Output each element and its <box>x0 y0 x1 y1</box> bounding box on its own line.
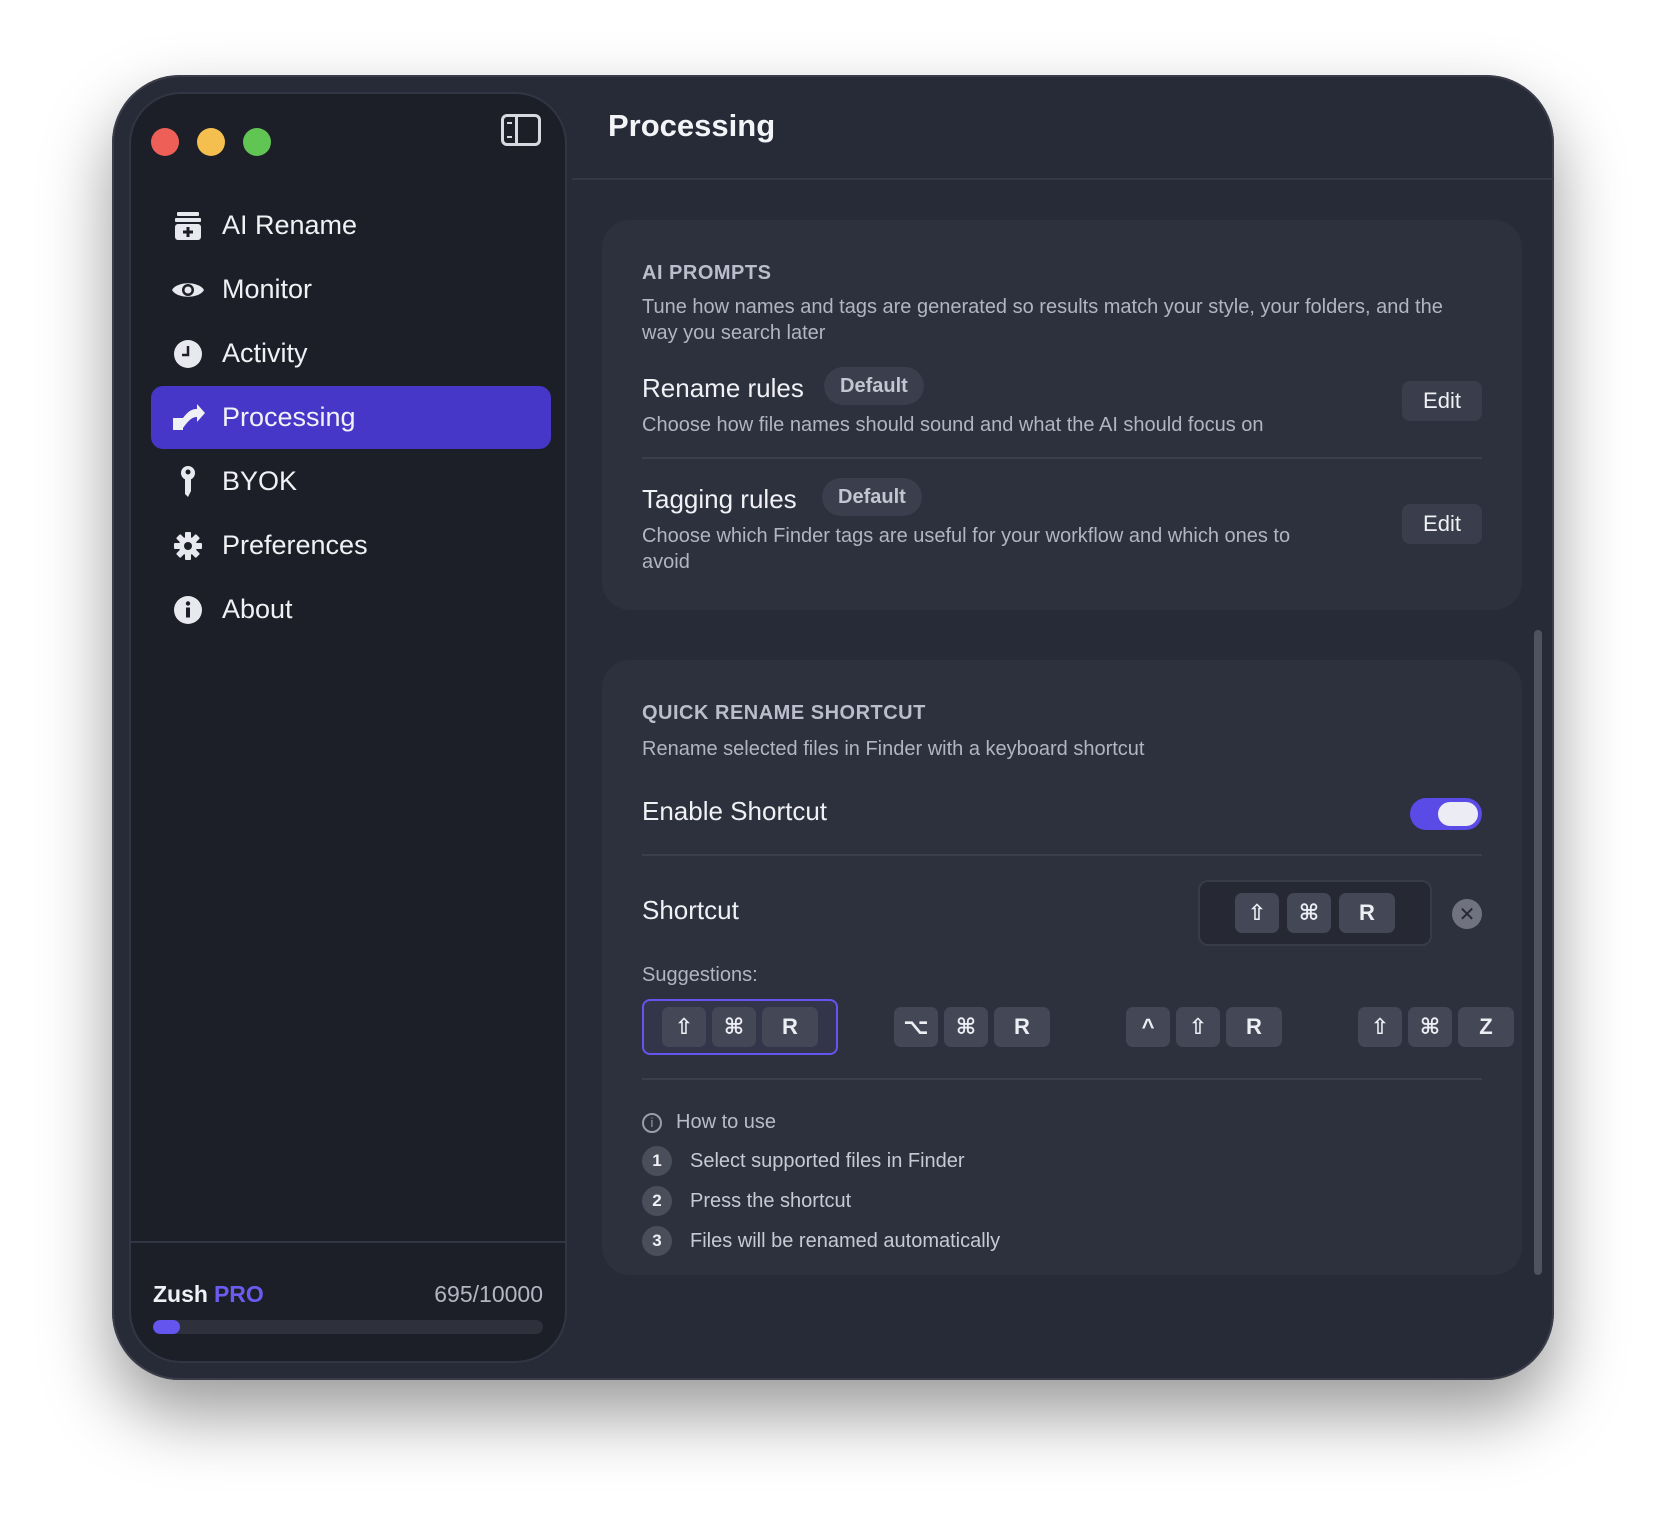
shortcut-suggestions: ⇧ ⌘ R ⌥ ⌘ R ^ ⇧ R ⇧ ⌘ Z <box>642 999 1534 1055</box>
rename-rules-title: Rename rules <box>642 373 804 403</box>
window-controls <box>151 128 271 156</box>
suggestion-shift-cmd-r[interactable]: ⇧ ⌘ R <box>642 999 838 1055</box>
step-text: Press the shortcut <box>690 1189 852 1212</box>
tagging-rules-description: Choose which Finder tags are useful for … <box>642 525 1291 573</box>
app-name: Zush <box>153 1281 208 1307</box>
r-key: R <box>1339 893 1395 933</box>
sidebar-item-label: BYOK <box>222 466 298 496</box>
page-title: Processing <box>608 108 776 143</box>
clock-icon <box>171 337 205 371</box>
divider <box>642 854 1482 856</box>
sidebar-item-byok[interactable]: BYOK <box>151 450 551 513</box>
option-key-icon: ⌥ <box>894 1007 938 1047</box>
step-number: 1 <box>642 1146 672 1176</box>
list-item: 3 Files will be renamed automatically <box>642 1221 1000 1261</box>
section-title: QUICK RENAME SHORTCUT <box>642 702 926 724</box>
sidebar-item-label: Preferences <box>222 530 368 560</box>
suggestion-option-cmd-r[interactable]: ⌥ ⌘ R <box>874 999 1070 1055</box>
how-to-use-title: i How to use <box>642 1111 776 1134</box>
r-key: R <box>762 1007 818 1047</box>
sidebar-item-label: Activity <box>222 338 308 368</box>
usage-count: 695/10000 <box>434 1281 543 1307</box>
command-key-icon: ⌘ <box>944 1007 988 1047</box>
toggle-knob <box>1438 802 1478 826</box>
r-key: R <box>1226 1007 1282 1047</box>
info-circle-icon: i <box>642 1112 662 1133</box>
plan-badge: PRO <box>213 1281 264 1307</box>
usage-footer: Zush PRO 695/10000 <box>131 1241 565 1361</box>
suggestions-label: Suggestions: <box>642 964 758 986</box>
usage-progress-bar <box>153 1320 543 1334</box>
minimize-window-button[interactable] <box>197 128 225 156</box>
list-item: 1 Select supported files in Finder <box>642 1141 1000 1181</box>
sidebar: AI Rename Monitor Activity Processing BY… <box>129 92 567 1363</box>
sidebar-toggle-icon[interactable] <box>501 114 541 146</box>
shortcut-recorder[interactable]: ⇧ ⌘ R <box>1198 880 1432 946</box>
rename-rules-description: Choose how file names should sound and w… <box>642 414 1264 436</box>
tagging-rules-title: Tagging rules <box>642 484 797 514</box>
tagging-rules-badge: Default <box>822 478 922 516</box>
processing-icon <box>171 401 205 435</box>
command-key-icon: ⌘ <box>712 1007 756 1047</box>
command-key-icon: ⌘ <box>1287 893 1331 933</box>
eye-icon <box>171 273 205 307</box>
shift-key-icon: ⇧ <box>1235 893 1279 933</box>
ai-prompts-card: AI PROMPTS Tune how names and tags are g… <box>602 220 1522 610</box>
list-item: 2 Press the shortcut <box>642 1181 1000 1221</box>
shift-key-icon: ⇧ <box>1358 1007 1402 1047</box>
step-number: 3 <box>642 1226 672 1256</box>
scrollbar[interactable] <box>1534 630 1542 1275</box>
main-header: Processing <box>572 75 1554 180</box>
ai-rename-icon <box>171 209 205 243</box>
how-to-use-steps: 1 Select supported files in Finder 2 Pre… <box>642 1141 1000 1261</box>
edit-rename-rules-button[interactable]: Edit <box>1402 381 1482 421</box>
close-window-button[interactable] <box>151 128 179 156</box>
rename-rules-badge: Default <box>824 367 924 405</box>
zoom-window-button[interactable] <box>243 128 271 156</box>
quick-rename-shortcut-card: QUICK RENAME SHORTCUT Rename selected fi… <box>602 660 1522 1275</box>
shift-key-icon: ⇧ <box>1176 1007 1220 1047</box>
info-icon <box>171 593 205 627</box>
step-text: Files will be renamed automatically <box>690 1229 1001 1252</box>
sidebar-item-label: Monitor <box>222 274 313 304</box>
command-key-icon: ⌘ <box>1408 1007 1452 1047</box>
sidebar-item-preferences[interactable]: Preferences <box>151 514 551 577</box>
suggestion-control-shift-r[interactable]: ^ ⇧ R <box>1106 999 1302 1055</box>
section-description: Rename selected files in Finder with a k… <box>642 738 1145 760</box>
control-key-icon: ^ <box>1126 1007 1170 1047</box>
step-text: Select supported files in Finder <box>690 1149 965 1172</box>
clear-shortcut-button[interactable]: ✕ <box>1452 899 1482 929</box>
sidebar-item-processing[interactable]: Processing <box>151 386 551 449</box>
sidebar-item-about[interactable]: About <box>151 578 551 641</box>
divider <box>642 1078 1482 1080</box>
gear-icon <box>171 529 205 563</box>
enable-shortcut-label: Enable Shortcut <box>642 796 828 826</box>
step-number: 2 <box>642 1186 672 1216</box>
enable-shortcut-toggle[interactable] <box>1410 798 1482 830</box>
section-title: AI PROMPTS <box>642 262 772 284</box>
sidebar-item-monitor[interactable]: Monitor <box>151 258 551 321</box>
suggestion-shift-cmd-z[interactable]: ⇧ ⌘ Z <box>1338 999 1534 1055</box>
app-window: AI Rename Monitor Activity Processing BY… <box>112 75 1554 1380</box>
usage-progress-fill <box>153 1320 181 1334</box>
r-key: R <box>994 1007 1050 1047</box>
sidebar-item-label: AI Rename <box>222 210 358 240</box>
shortcut-label: Shortcut <box>642 895 739 925</box>
how-to-use-label: How to use <box>676 1111 777 1133</box>
edit-tagging-rules-button[interactable]: Edit <box>1402 504 1482 544</box>
sidebar-item-activity[interactable]: Activity <box>151 322 551 385</box>
key-icon <box>171 465 205 499</box>
sidebar-item-label: About <box>222 594 293 624</box>
sidebar-item-ai-rename[interactable]: AI Rename <box>151 194 551 257</box>
sidebar-nav: AI Rename Monitor Activity Processing BY… <box>151 194 551 642</box>
z-key: Z <box>1458 1007 1514 1047</box>
section-description: Tune how names and tags are generated so… <box>642 296 1443 344</box>
sidebar-item-label: Processing <box>222 402 356 432</box>
divider <box>642 457 1482 459</box>
shift-key-icon: ⇧ <box>662 1007 706 1047</box>
plan-label: Zush PRO <box>153 1281 264 1308</box>
